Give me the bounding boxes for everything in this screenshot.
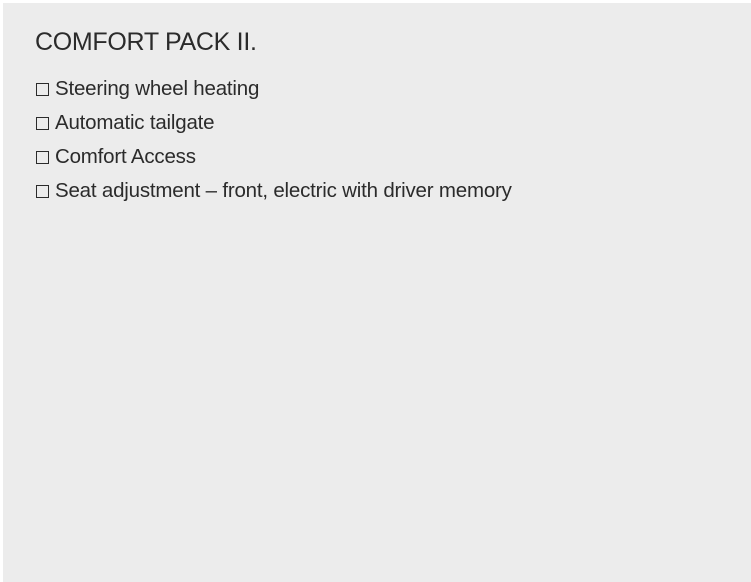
feature-list: Steering wheel heating Automatic tailgat… [36,72,751,208]
checkbox-icon [36,116,49,130]
feature-item-steering-wheel-heating: Steering wheel heating [36,72,751,106]
feature-label: Seat adjustment – front, electric with d… [55,179,512,202]
panel-title: COMFORT PACK II. [35,28,257,56]
feature-item-comfort-access: Comfort Access [36,140,751,174]
checkbox-icon [36,82,49,96]
feature-item-seat-adjustment: Seat adjustment – front, electric with d… [36,174,751,208]
feature-label: Steering wheel heating [55,77,260,100]
feature-label: Comfort Access [55,145,196,168]
checkbox-icon [36,150,49,164]
feature-item-automatic-tailgate: Automatic tailgate [36,106,751,140]
feature-label: Automatic tailgate [55,111,215,134]
checkbox-icon [36,184,49,198]
comfort-pack-panel: COMFORT PACK II. Steering wheel heating … [3,3,751,582]
